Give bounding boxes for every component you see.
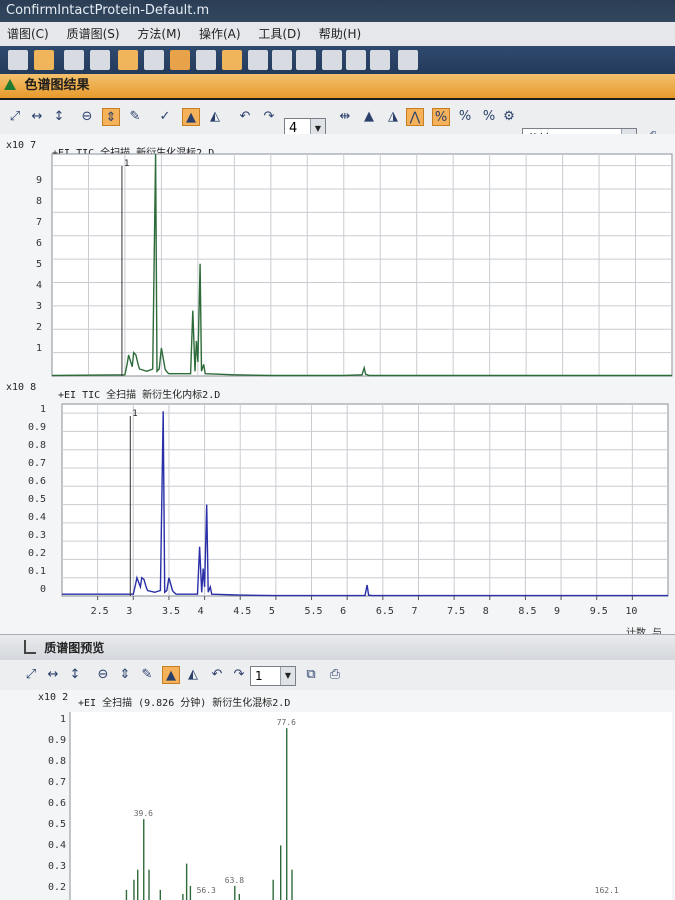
menu-item-help[interactable]: 帮助(H)	[312, 22, 368, 46]
link-icon[interactable]	[8, 50, 28, 70]
plot2-xtick-label: 5	[269, 606, 275, 617]
library-icon[interactable]	[248, 50, 268, 70]
peak-label-icon[interactable]: ▲	[182, 108, 200, 126]
plot2-frame	[61, 403, 669, 597]
peak-icon[interactable]	[118, 50, 138, 70]
integrate-icon[interactable]	[144, 50, 164, 70]
plot2-xtick-label: 3	[126, 606, 132, 617]
spectrum-icon[interactable]	[196, 50, 216, 70]
horizontal-resize-icon[interactable]: ↔	[44, 666, 62, 684]
plot2-xtick-label: 5.5	[305, 606, 323, 617]
spectrum-icon	[24, 640, 36, 654]
document-icon[interactable]	[64, 50, 84, 70]
plot1-frame	[51, 153, 673, 377]
peak-height-icon[interactable]: ▲	[360, 108, 378, 126]
auto-integrate-icon[interactable]: ✎	[138, 666, 156, 684]
chromatogram-icon	[4, 79, 16, 90]
chromatogram-results-header: 色谱图结果	[0, 74, 675, 98]
bar-chart-icon[interactable]	[170, 50, 190, 70]
autoscale-icon[interactable]: ⤢	[22, 666, 40, 684]
plot2-xtick-label: 6.5	[376, 606, 394, 617]
main-toolbar	[0, 46, 675, 76]
vertical-resize-icon[interactable]: ↕	[50, 108, 68, 126]
menu-item-method[interactable]: 方法(M)	[130, 22, 188, 46]
chevron-down-icon: ▼	[280, 667, 295, 685]
menu-item-chromatogram[interactable]: 谱图(C)	[0, 22, 56, 46]
database-icon[interactable]	[322, 50, 342, 70]
report-icon[interactable]	[296, 50, 316, 70]
redo-icon[interactable]: ↷	[260, 108, 278, 126]
plot1-peak-label: 1	[124, 159, 129, 169]
zoom-out-icon[interactable]: ⊖	[94, 666, 112, 684]
horizontal-resize-icon[interactable]: ↔	[28, 108, 46, 126]
plot2-xtick-label: 10	[625, 606, 637, 617]
plot2-xtick-label: 7.5	[447, 606, 465, 617]
menu-item-tools[interactable]: 工具(D)	[251, 22, 308, 46]
plot2-xtick-label: 9	[554, 606, 560, 617]
auto-integrate-icon[interactable]: ✎	[126, 108, 144, 126]
plot2-xtick-label: 4	[198, 606, 204, 617]
structure-icon[interactable]	[370, 50, 390, 70]
spectrum-zoom-value: 1	[255, 669, 263, 683]
molecule-icon[interactable]	[346, 50, 366, 70]
autoscale-icon[interactable]: ⤢	[6, 108, 24, 126]
plot2-xtick-label: 6	[340, 606, 346, 617]
vertical-resize-icon[interactable]: ↕	[66, 666, 84, 684]
plot3-frame	[70, 712, 672, 900]
peak-label-icon[interactable]: ▲	[162, 666, 180, 684]
spectrum-preview-title: 质谱图预览	[44, 641, 105, 655]
percent-normalize-icon[interactable]: %	[480, 108, 498, 126]
plot3-peak-label: 162.1	[595, 886, 619, 895]
print-icon[interactable]: ⎙	[326, 666, 344, 684]
peak-shape-icon[interactable]: ◮	[384, 108, 402, 126]
plot2-peak-label: 1	[132, 409, 137, 419]
chromatogram-svg[interactable]: 1 1 2.5 3 3.5 4 4.5 5 5.5 6 6.5 7 7.5 8 8.5 9 9.5 10	[0, 134, 675, 634]
menu-item-actions[interactable]: 操作(A)	[192, 22, 248, 46]
menu-bar: 谱图(C) 质谱图(S) 方法(M) 操作(A) 工具(D) 帮助(H)	[0, 22, 675, 47]
chromatogram-plot-area: x10 7 +EI TIC 全扫描 新衍生化混标2.D 9 8 7 6 5 4 …	[0, 134, 675, 654]
compound-icon[interactable]	[272, 50, 292, 70]
fit-vertical-icon[interactable]: ⇕	[116, 666, 134, 684]
plot3-peak-label: 77.6	[277, 718, 296, 727]
fit-width-icon[interactable]: ⇹	[336, 108, 354, 126]
spectrum-toolbar: ⤢ ↔ ↕ ⊖ ⇕ ✎ ▲ ◭ ↶ ↷ ⧉ ⎙	[0, 660, 675, 691]
spectrum-plot-area: x10 2 +EI 全扫描 (9.826 分钟) 新衍生化混标2.D 1 0.9…	[0, 690, 675, 900]
zoom-out-icon[interactable]: ⊖	[78, 108, 96, 126]
undo-icon[interactable]: ↶	[208, 666, 226, 684]
peak-area-icon[interactable]: ◭	[184, 666, 202, 684]
percent-icon[interactable]: %	[456, 108, 474, 126]
window-title: ConfirmIntactProtein-Default.m	[6, 3, 210, 18]
plot2-xtick-label: 7	[411, 606, 417, 617]
peak-overlay-icon[interactable]: ⋀	[406, 108, 424, 126]
undo-icon[interactable]: ↶	[236, 108, 254, 126]
plot3-peak-label: 39.6	[134, 809, 153, 818]
menu-item-spectrum[interactable]: 质谱图(S)	[60, 22, 127, 46]
window-title-bar: ConfirmIntactProtein-Default.m	[0, 0, 675, 22]
export-icon[interactable]	[398, 50, 418, 70]
spectrum-zoom-select[interactable]: 1 ▼	[250, 666, 296, 686]
peak-find-icon[interactable]	[222, 50, 242, 70]
spectrum-svg[interactable]: 77.6 39.6 63.8 56.3 162.1	[0, 690, 675, 900]
spectrum-preview-header: 质谱图预览	[0, 634, 675, 661]
peak-area-icon[interactable]: ◭	[206, 108, 224, 126]
plot2-xtick-label: 9.5	[590, 606, 608, 617]
plot3-peak-label: 63.8	[225, 876, 244, 885]
plot2-xtick-label: 2.5	[91, 606, 109, 617]
plot3-peak-label: 56.3	[197, 886, 216, 895]
plot2-xtick-label: 4.5	[233, 606, 251, 617]
chromatogram-results-title: 色谱图结果	[24, 78, 90, 93]
percent-toggle-icon[interactable]: %	[432, 108, 450, 126]
redo-icon[interactable]: ↷	[230, 666, 248, 684]
settings-icon[interactable]: ⚙	[500, 108, 518, 126]
fit-vertical-icon[interactable]: ⇕	[102, 108, 120, 126]
plot2-xtick-label: 8	[483, 606, 489, 617]
edit-icon[interactable]	[90, 50, 110, 70]
chromatogram-extract-icon[interactable]	[34, 50, 54, 70]
plot2-xtick-label: 8.5	[518, 606, 536, 617]
manual-integrate-icon[interactable]: ✓	[156, 108, 174, 126]
copy-icon[interactable]: ⧉	[302, 666, 320, 684]
plot2-xtick-label: 3.5	[162, 606, 180, 617]
